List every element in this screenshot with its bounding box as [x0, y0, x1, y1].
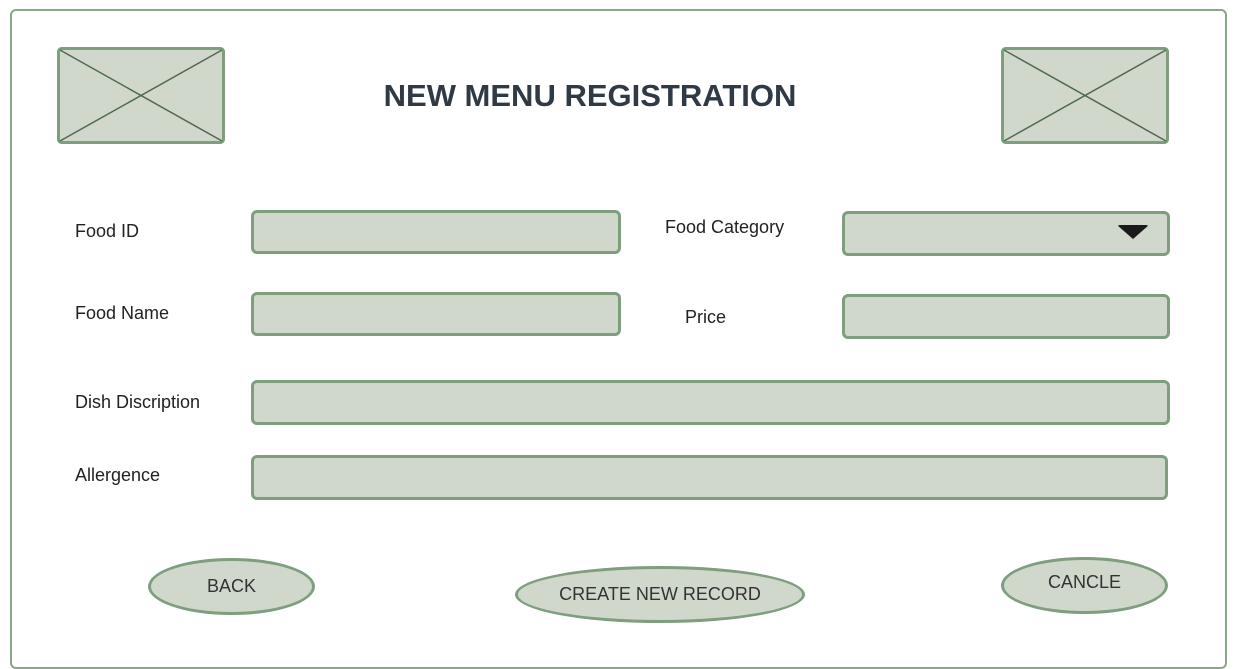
page-title: NEW MENU REGISTRATION — [383, 78, 797, 113]
food-category-label: Food Category — [665, 217, 785, 237]
food-name-input[interactable] — [251, 292, 621, 336]
dish-description-input[interactable] — [251, 380, 1170, 425]
food-id-label: Food ID — [75, 221, 140, 241]
food-id-input[interactable] — [251, 210, 621, 254]
allergence-input[interactable] — [251, 455, 1168, 500]
right-image-placeholder-icon — [1001, 47, 1169, 144]
price-input[interactable] — [842, 294, 1170, 339]
left-image-placeholder-icon — [57, 47, 225, 144]
allergence-label: Allergence — [75, 465, 161, 485]
back-button[interactable]: BACK — [148, 558, 315, 615]
cancel-button[interactable]: CANCLE — [1001, 557, 1168, 614]
food-category-select[interactable] — [842, 211, 1170, 256]
price-label: Price — [685, 307, 727, 327]
dish-description-label: Dish Discription — [75, 392, 201, 412]
triangle-down-icon[interactable] — [1117, 225, 1149, 239]
food-name-label: Food Name — [75, 303, 170, 323]
create-new-record-button[interactable]: CREATE NEW RECORD — [515, 566, 805, 623]
